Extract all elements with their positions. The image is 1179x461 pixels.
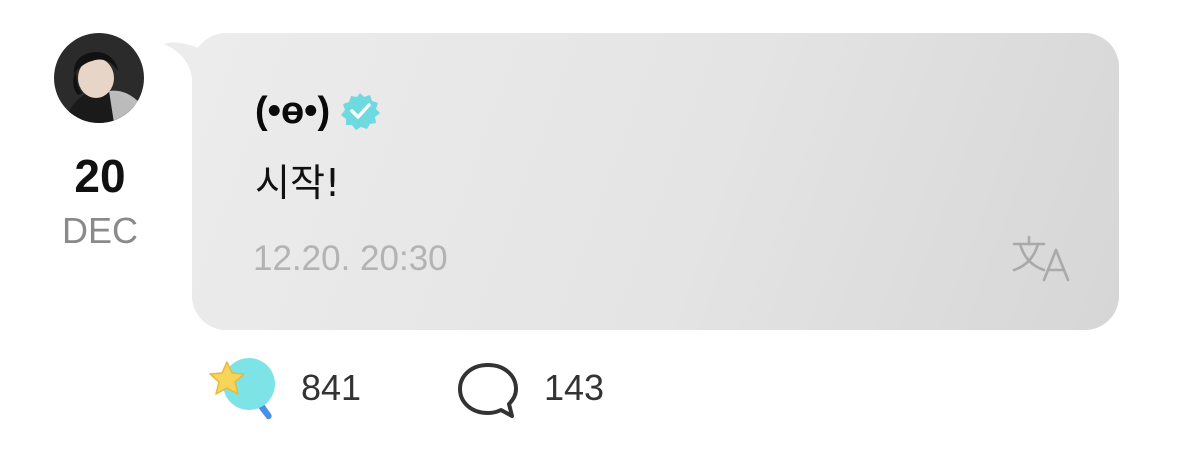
timestamp: 12.20. 20:30 bbox=[253, 239, 448, 278]
comment-button[interactable] bbox=[455, 360, 521, 425]
avatar[interactable] bbox=[54, 33, 144, 123]
verified-badge-icon bbox=[341, 93, 381, 130]
comment-count: 143 bbox=[544, 367, 605, 408]
speech-bubble-icon bbox=[458, 363, 518, 418]
author-name[interactable]: (•ɵ•) bbox=[255, 86, 330, 136]
date-day: 20 bbox=[74, 150, 126, 202]
like-count: 841 bbox=[301, 367, 362, 408]
author-row: (•ɵ•) bbox=[255, 86, 381, 136]
star-wand-icon bbox=[209, 358, 275, 420]
reaction-bar: 841 143 bbox=[205, 352, 625, 424]
translate-icon[interactable] bbox=[1010, 232, 1076, 286]
date-month: DEC bbox=[61, 210, 138, 251]
like-button[interactable] bbox=[205, 352, 285, 424]
message-text: 시작! bbox=[255, 161, 341, 205]
